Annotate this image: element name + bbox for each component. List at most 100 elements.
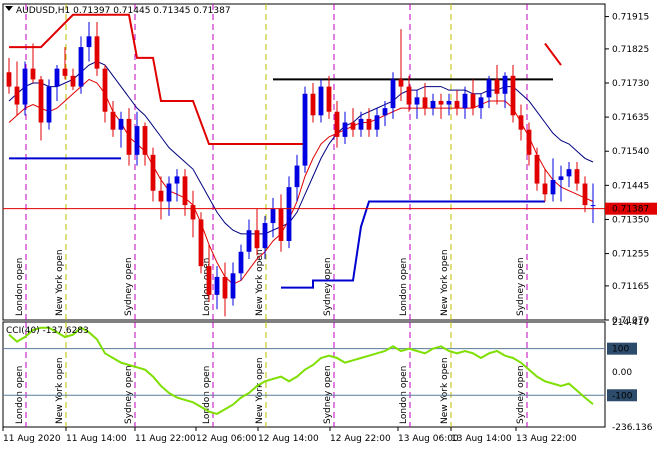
candle-body xyxy=(398,79,404,87)
y-tick-label: 0.71255 xyxy=(612,250,649,260)
candle-body xyxy=(214,276,220,295)
candle-body xyxy=(526,129,532,155)
y-tick-label: 0.71350 xyxy=(612,215,649,225)
candle-body xyxy=(422,97,428,109)
session-label-cci: Sydney open xyxy=(516,365,526,424)
candle-body xyxy=(590,205,596,207)
candle-body xyxy=(110,111,116,130)
candle-body xyxy=(510,75,516,116)
session-label-cci: Sydney open xyxy=(323,365,333,424)
candle-body xyxy=(6,72,12,87)
chart-canvas: London open London open New York open New Y… xyxy=(2,3,657,444)
session-label: Sydney open xyxy=(323,257,333,316)
candle-body xyxy=(406,86,412,105)
candle-body xyxy=(334,111,340,137)
candle-body xyxy=(230,273,236,299)
candle-body xyxy=(78,47,84,87)
session-label: Sydney open xyxy=(124,257,134,316)
candle-body xyxy=(150,154,156,191)
candle-body xyxy=(38,79,44,123)
candle-body xyxy=(86,36,92,48)
candle-body xyxy=(582,183,588,206)
candle-body xyxy=(62,68,68,76)
x-tick-label: 12 Aug 14:00 xyxy=(258,434,319,444)
candle-body xyxy=(390,79,396,109)
candle-body xyxy=(14,86,20,105)
candle-body xyxy=(430,100,436,109)
candle-body xyxy=(54,68,60,87)
candle-body xyxy=(366,118,372,130)
candle-body xyxy=(414,97,420,105)
y-tick-label: 0.71540 xyxy=(612,147,649,157)
x-tick-label: 13 Aug 22:00 xyxy=(516,434,577,444)
candle-body xyxy=(550,179,556,195)
session-label: Sydney open xyxy=(516,257,526,316)
candle-body xyxy=(502,75,508,94)
candle-body xyxy=(70,75,76,87)
candle-body xyxy=(22,68,28,105)
candle-body xyxy=(342,122,348,137)
candle-body xyxy=(542,183,548,195)
x-tick-label: 13 Aug 14:00 xyxy=(451,434,512,444)
candle-body xyxy=(262,223,268,249)
candle-body xyxy=(238,251,244,274)
candle-body xyxy=(134,126,140,155)
session-label-cci: New York open xyxy=(255,357,265,424)
candle-body xyxy=(382,108,388,116)
x-tick-label: 11 Aug 2020 xyxy=(3,434,61,444)
candle-body xyxy=(478,97,484,109)
y-tick-label: 0.71165 xyxy=(612,282,649,292)
cci-tick-label: 100 xyxy=(612,345,629,355)
chart-header: AUDUSD,H1 0.71397 0.71445 0.71345 0.7138… xyxy=(16,6,231,16)
candle-body xyxy=(118,118,124,130)
candle-body xyxy=(158,190,164,202)
cci-tick-label: 214.417 xyxy=(612,318,649,328)
candle-body xyxy=(294,165,300,188)
y-tick-label: 0.71445 xyxy=(612,181,649,191)
candle-body xyxy=(190,205,196,220)
session-label: New York open xyxy=(55,249,65,316)
candle-body xyxy=(30,68,36,80)
candle-body xyxy=(254,230,260,249)
candle-body xyxy=(270,208,276,224)
candle-body xyxy=(486,79,492,98)
candle-body xyxy=(566,169,572,177)
y-tick-label: 0.71915 xyxy=(612,13,649,23)
candle-body xyxy=(278,208,284,241)
y-tick-label: 0.71825 xyxy=(612,45,649,55)
candle-body xyxy=(286,187,292,241)
candle-body xyxy=(350,122,356,130)
candle-body xyxy=(246,230,252,252)
candle-body xyxy=(518,115,524,130)
candle-body xyxy=(318,86,324,116)
candle-body xyxy=(358,118,364,130)
candle-body xyxy=(534,154,540,184)
session-label: New York open xyxy=(440,249,450,316)
session-label-cci: New York open xyxy=(55,357,65,424)
candle-body xyxy=(46,86,52,123)
chart-window: London open London open New York open New Y… xyxy=(0,0,660,450)
candle-body xyxy=(326,86,332,112)
cci-tick-label: 0.00 xyxy=(612,368,632,378)
candle-body xyxy=(438,100,444,105)
session-label: London open xyxy=(15,258,25,316)
session-label-cci: New York open xyxy=(440,357,450,424)
candle-body xyxy=(446,100,452,105)
candle-body xyxy=(102,68,108,112)
session-label: London open xyxy=(399,258,409,316)
candle-body xyxy=(574,169,580,184)
candle-body xyxy=(174,176,180,184)
candle-body xyxy=(142,126,148,155)
candle-body xyxy=(470,93,476,109)
candle-body xyxy=(126,118,132,155)
y-tick-label: 0.71635 xyxy=(612,113,649,123)
session-label-cci: Sydney open xyxy=(124,365,134,424)
x-tick-label: 13 Aug 06:00 xyxy=(398,434,459,444)
candle-body xyxy=(454,100,460,109)
x-tick-label: 12 Aug 06:00 xyxy=(196,434,257,444)
candle-body xyxy=(94,36,100,69)
cci-panel-frame xyxy=(2,321,606,428)
cci-header: CCI(40) -137.6283 xyxy=(6,326,89,336)
candle-body xyxy=(558,176,564,180)
cci-tick-label: -236.136 xyxy=(612,423,653,433)
